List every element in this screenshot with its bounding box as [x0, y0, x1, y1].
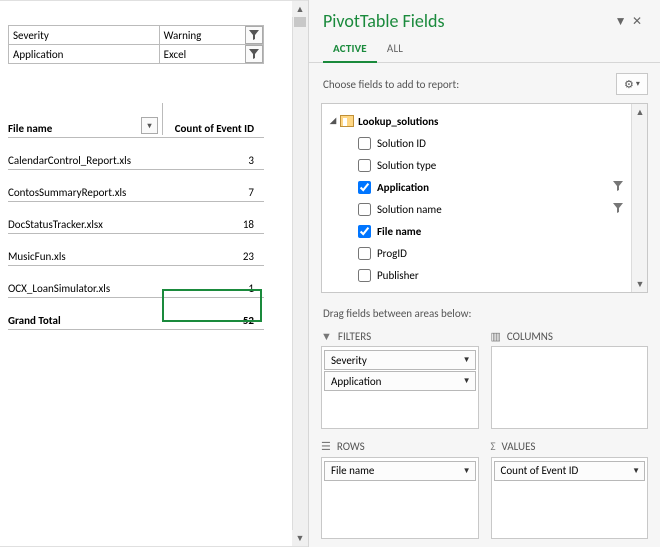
slicer-value[interactable]: Warning	[159, 26, 263, 45]
field-label: Publisher	[377, 269, 419, 282]
dropdown-icon[interactable]: ▾	[141, 117, 158, 134]
table-row: CalendarControl_Report.xls3	[8, 138, 264, 170]
area-pill[interactable]: File name▼	[324, 461, 476, 481]
pivot-header-row: File name ▾ Count of Event ID	[8, 106, 264, 138]
field-row[interactable]: ProgID	[330, 242, 647, 264]
field-checkbox[interactable]	[358, 159, 371, 172]
area-pill[interactable]: Application▼	[324, 371, 476, 391]
area-pill[interactable]: Count of Event ID▼	[494, 461, 646, 481]
pivottable-fields-pane: PivotTable Fields ▼ ✕ ACTIVE ALL Choose …	[308, 0, 660, 547]
area-columns: ▥COLUMNS	[491, 326, 649, 429]
columns-icon: ▥	[491, 330, 501, 343]
scroll-thumb[interactable]	[294, 17, 306, 27]
field-checkbox[interactable]	[358, 181, 371, 194]
columns-dropzone[interactable]	[491, 346, 649, 429]
field-label: ProgID	[377, 247, 407, 260]
field-label: Solution type	[377, 159, 436, 172]
funnel-icon	[613, 203, 623, 216]
dropdown-icon[interactable]: ▼	[632, 466, 640, 476]
pane-options[interactable]: ▼ ✕	[609, 12, 648, 31]
table-row: ContosSummaryReport.xls7	[8, 170, 264, 202]
scroll-down-icon[interactable]: ▼	[292, 530, 308, 546]
funnel-icon	[613, 181, 623, 194]
pivot-sheet-area: Severity Warning Application Excel	[0, 0, 308, 547]
table-row: DocStatusTracker.xlsx18	[8, 202, 264, 234]
value-header-cell[interactable]: Count of Event ID	[162, 103, 262, 135]
field-label: Solution name	[377, 203, 442, 216]
slicer-value[interactable]: Excel	[159, 45, 263, 64]
values-dropzone[interactable]: Count of Event ID▼	[491, 457, 649, 540]
row-header-cell[interactable]: File name ▾	[8, 122, 162, 135]
field-checkbox[interactable]	[358, 203, 371, 216]
field-checkbox[interactable]	[358, 247, 371, 260]
field-row[interactable]: File name	[330, 220, 647, 242]
filters-dropzone[interactable]: Severity▼Application▼	[321, 346, 479, 429]
field-label: Application	[377, 181, 429, 194]
table-group-header[interactable]: ◢ Lookup_solutions	[330, 110, 647, 132]
dropdown-icon[interactable]: ▼	[463, 376, 471, 386]
field-row[interactable]: Solution ID	[330, 132, 647, 154]
grand-total-row: Grand Total 52	[8, 298, 264, 330]
area-values: ΣVALUES Count of Event ID▼	[491, 437, 649, 540]
tools-button[interactable]: ⚙▾	[616, 73, 648, 95]
values-icon: Σ	[491, 440, 496, 453]
pane-title: PivotTable Fields	[323, 10, 609, 32]
filter-icon: ▼	[321, 330, 332, 343]
fields-scrollbar[interactable]: ▲ ▼	[631, 104, 647, 292]
field-row[interactable]: Application	[330, 176, 647, 198]
choose-label: Choose fields to add to report:	[323, 78, 459, 91]
scroll-up-icon[interactable]: ▲	[292, 1, 308, 17]
field-label: File name	[377, 225, 421, 238]
field-row[interactable]: Publisher	[330, 264, 647, 286]
dropdown-icon[interactable]: ▼	[463, 466, 471, 476]
field-tabs: ACTIVE ALL	[309, 36, 660, 63]
filter-icon-button[interactable]	[245, 26, 263, 44]
field-checkbox[interactable]	[358, 137, 371, 150]
field-row[interactable]: Solution name	[330, 198, 647, 220]
filter-icon-button[interactable]	[245, 45, 263, 63]
vertical-scrollbar[interactable]: ▲ ▼	[292, 1, 308, 546]
table-row: OCX_LoanSimulator.xls1	[8, 266, 264, 298]
area-rows: ☰ROWS File name▼	[321, 437, 479, 540]
area-pill[interactable]: Severity▼	[324, 350, 476, 370]
tab-all[interactable]: ALL	[377, 36, 413, 62]
drag-label: Drag fields between areas below:	[309, 293, 660, 326]
field-checkbox[interactable]	[358, 225, 371, 238]
fields-list-box: ◢ Lookup_solutions Solution ID Solution t…	[321, 103, 648, 293]
slicer-table: Severity Warning Application Excel	[0, 1, 308, 64]
pivot-table: File name ▾ Count of Event ID CalendarCo…	[8, 106, 264, 330]
tab-active[interactable]: ACTIVE	[323, 36, 377, 63]
rows-icon: ☰	[321, 440, 331, 453]
field-label: Solution ID	[377, 137, 426, 150]
dropdown-icon[interactable]: ▼	[463, 355, 471, 365]
slicer-label: Application	[9, 45, 160, 64]
slicer-label: Severity	[9, 26, 160, 45]
field-checkbox[interactable]	[358, 269, 371, 282]
rows-dropzone[interactable]: File name▼	[321, 457, 479, 540]
table-row: MusicFun.xls23	[8, 234, 264, 266]
scroll-up-icon[interactable]: ▲	[632, 104, 648, 120]
collapse-icon[interactable]: ◢	[330, 116, 336, 126]
scroll-down-icon[interactable]: ▼	[632, 276, 648, 292]
area-filters: ▼FILTERS Severity▼Application▼	[321, 326, 479, 429]
field-row[interactable]: Solution type	[330, 154, 647, 176]
table-icon	[340, 115, 354, 127]
gear-icon: ⚙	[624, 78, 634, 91]
